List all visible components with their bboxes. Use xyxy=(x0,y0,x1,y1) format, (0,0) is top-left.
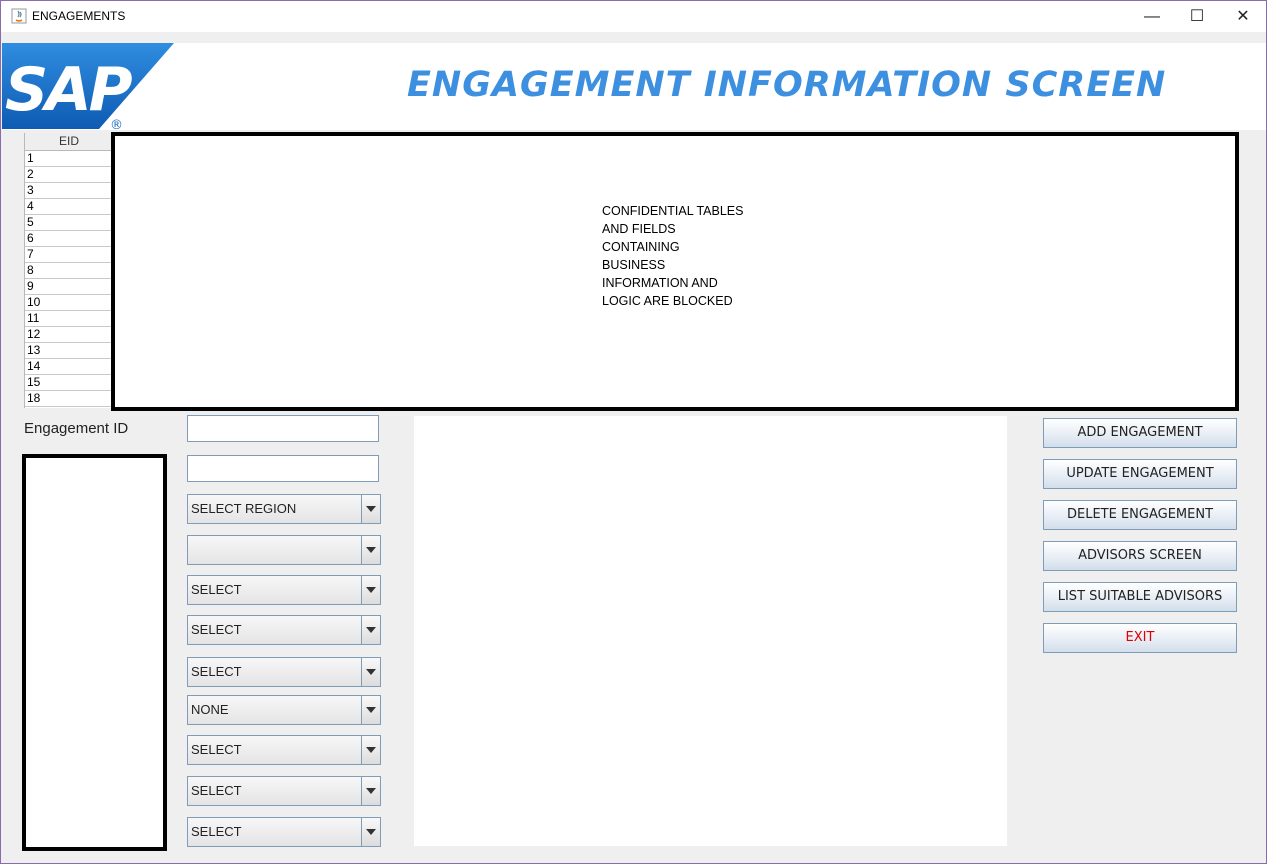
update-engagement-button[interactable]: UPDATE ENGAGEMENT xyxy=(1043,459,1237,489)
table-row[interactable]: 11 xyxy=(25,311,113,327)
chevron-down-icon[interactable] xyxy=(361,658,380,686)
java-app-icon xyxy=(11,8,27,24)
combo-value: SELECT xyxy=(191,783,242,798)
eid-table[interactable]: EID 1 2 3 4 5 6 7 8 9 10 11 12 13 14 15 … xyxy=(24,133,113,408)
table-row[interactable]: 15 xyxy=(25,375,113,391)
window-title: ENGAGEMENTS xyxy=(32,9,126,23)
eid-column-header[interactable]: EID xyxy=(25,133,113,151)
select-dropdown-3[interactable]: SELECT xyxy=(187,657,381,687)
select-dropdown-4[interactable]: SELECT xyxy=(187,735,381,765)
maximize-button[interactable]: ☐ xyxy=(1174,1,1220,32)
chevron-down-icon[interactable] xyxy=(361,616,380,644)
minimize-button[interactable]: — xyxy=(1129,1,1175,32)
table-row[interactable]: 6 xyxy=(25,231,113,247)
notice-line: AND FIELDS xyxy=(602,222,676,236)
region-select[interactable]: SELECT REGION xyxy=(187,494,381,524)
table-row[interactable]: 1 xyxy=(25,151,113,167)
chevron-down-icon[interactable] xyxy=(361,696,380,724)
table-row[interactable]: 12 xyxy=(25,327,113,343)
engagement-text-field[interactable] xyxy=(187,455,379,482)
table-row[interactable]: 3 xyxy=(25,183,113,199)
select-dropdown-5[interactable]: SELECT xyxy=(187,776,381,806)
notice-line: CONTAINING xyxy=(602,240,680,254)
logo-text: SAP xyxy=(5,55,133,125)
page-title: ENGAGEMENT INFORMATION SCREEN xyxy=(407,65,1167,105)
notice-line: BUSINESS xyxy=(602,258,666,272)
select-dropdown-2[interactable]: SELECT xyxy=(187,615,381,645)
combo-value: SELECT xyxy=(191,824,242,839)
blocked-field-labels-panel xyxy=(22,454,167,851)
table-row[interactable]: 13 xyxy=(25,343,113,359)
delete-engagement-button[interactable]: DELETE ENGAGEMENT xyxy=(1043,500,1237,530)
eid-row-list: 1 2 3 4 5 6 7 8 9 10 11 12 13 14 15 18 xyxy=(25,151,113,407)
chevron-down-icon[interactable] xyxy=(361,736,380,764)
notice-line: INFORMATION AND xyxy=(602,276,718,290)
table-row[interactable]: 4 xyxy=(25,199,113,215)
advisors-screen-button[interactable]: ADVISORS SCREEN xyxy=(1043,541,1237,571)
none-dropdown[interactable]: NONE xyxy=(187,695,381,725)
engagement-id-field[interactable] xyxy=(187,415,379,442)
combo-value: SELECT xyxy=(191,664,242,679)
table-row[interactable]: 8 xyxy=(25,263,113,279)
registered-mark: ® xyxy=(110,118,123,131)
list-suitable-advisors-button[interactable]: LIST SUITABLE ADVISORS xyxy=(1043,582,1237,612)
chevron-down-icon[interactable] xyxy=(361,818,380,846)
confidential-blocked-panel: CONFIDENTIAL TABLES AND FIELDS CONTAININ… xyxy=(111,132,1239,411)
combo-value: NONE xyxy=(191,702,229,717)
sap-logo: SAP ® xyxy=(2,43,174,131)
combo-value: SELECT xyxy=(191,622,242,637)
details-panel xyxy=(414,416,1007,846)
engagement-id-label: Engagement ID xyxy=(24,420,129,437)
exit-button[interactable]: EXIT xyxy=(1043,623,1237,653)
sub-region-select[interactable] xyxy=(187,535,381,565)
chevron-down-icon[interactable] xyxy=(361,536,380,564)
combo-value: SELECT REGION xyxy=(191,501,297,516)
table-row[interactable]: 9 xyxy=(25,279,113,295)
header-banner: SAP ® ENGAGEMENT INFORMATION SCREEN xyxy=(2,43,1266,131)
combo-value: SELECT xyxy=(191,582,242,597)
table-row[interactable]: 2 xyxy=(25,167,113,183)
chevron-down-icon[interactable] xyxy=(361,495,380,523)
notice-line: LOGIC ARE BLOCKED xyxy=(602,294,733,308)
select-dropdown-1[interactable]: SELECT xyxy=(187,575,381,605)
chevron-down-icon[interactable] xyxy=(361,777,380,805)
table-row[interactable]: 7 xyxy=(25,247,113,263)
engagements-window: ENGAGEMENTS — ☐ ✕ SAP ® ENGAGEMENT INFOR… xyxy=(0,0,1267,864)
close-button[interactable]: ✕ xyxy=(1220,1,1266,32)
select-dropdown-6[interactable]: SELECT xyxy=(187,817,381,847)
table-row[interactable]: 5 xyxy=(25,215,113,231)
chevron-down-icon[interactable] xyxy=(361,576,380,604)
table-row[interactable]: 14 xyxy=(25,359,113,375)
table-row[interactable]: 10 xyxy=(25,295,113,311)
title-bar: ENGAGEMENTS — ☐ ✕ xyxy=(1,1,1266,32)
notice-line: CONFIDENTIAL TABLES xyxy=(602,204,744,218)
table-row[interactable]: 18 xyxy=(25,391,113,407)
combo-value: SELECT xyxy=(191,742,242,757)
confidential-notice: CONFIDENTIAL TABLES AND FIELDS CONTAININ… xyxy=(602,202,772,310)
add-engagement-button[interactable]: ADD ENGAGEMENT xyxy=(1043,418,1237,448)
